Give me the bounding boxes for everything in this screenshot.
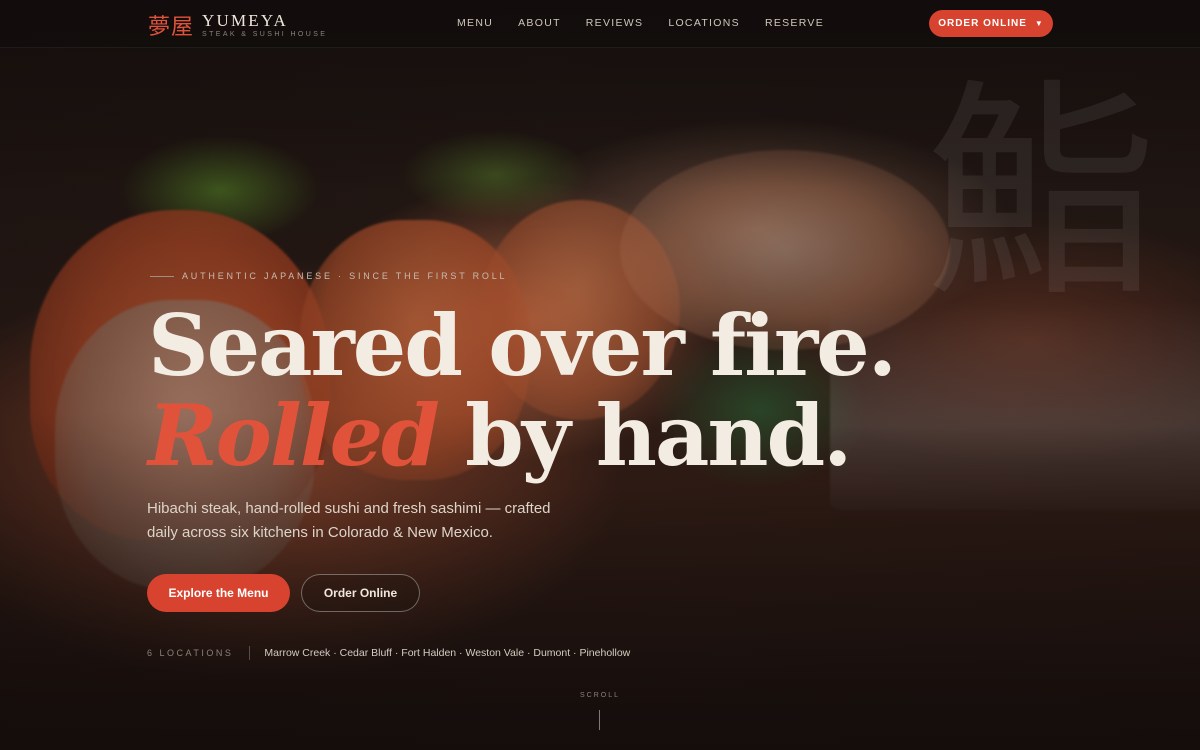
order-online-dropdown-button[interactable]: ORDER ONLINE ▼ (929, 10, 1053, 37)
order-online-button[interactable]: Order Online (301, 574, 420, 612)
brand-kanji-mark: 夢屋 (148, 15, 195, 40)
headline-line-1: Seared over fire. (148, 296, 897, 395)
scroll-indicator-label[interactable]: SCROLL (580, 692, 620, 699)
locations-divider (249, 646, 251, 660)
nav-item-reviews[interactable]: REVIEWS (586, 17, 644, 29)
order-online-label: ORDER ONLINE (938, 18, 1027, 29)
eyebrow-rule (150, 275, 174, 277)
nav-item-reserve[interactable]: RESERVE (765, 17, 824, 29)
main-nav: MENU ABOUT REVIEWS LOCATIONS RESERVE (457, 17, 824, 29)
brand-tagline: STEAK & SUSHI HOUSE (202, 31, 328, 38)
chevron-down-icon: ▼ (1034, 19, 1044, 28)
nav-item-locations[interactable]: LOCATIONS (668, 17, 740, 29)
brand-name: YUMEYA (202, 11, 288, 30)
locations-count: 6 LOCATIONS (147, 648, 234, 658)
locations-list[interactable]: Marrow Creek · Cedar Bluff · Fort Halden… (264, 647, 630, 659)
brand-logo[interactable]: 夢屋 YUMEYA STEAK & SUSHI HOUSE (148, 9, 327, 41)
scroll-indicator-line (599, 710, 600, 730)
headline-line-2-rest: by hand. (437, 386, 852, 485)
hero-description: Hibachi steak, hand-rolled sushi and fre… (147, 500, 551, 541)
headline-accent-word: Rolled (148, 386, 440, 485)
explore-menu-button[interactable]: Explore the Menu (147, 574, 290, 612)
site-header: 夢屋 YUMEYA STEAK & SUSHI HOUSE MENU ABOUT… (0, 0, 1200, 48)
eyebrow-text: AUTHENTIC JAPANESE · SINCE THE FIRST ROL… (182, 271, 508, 281)
kanji-watermark: 鮨 (925, 61, 1156, 328)
nav-item-about[interactable]: ABOUT (518, 17, 561, 29)
brand-wordmark: YUMEYA STEAK & SUSHI HOUSE (202, 12, 327, 38)
headline-line-2: Rolled by hand. (148, 392, 895, 480)
hero-headline: Seared over fire. Rolled by hand. (148, 296, 897, 480)
locations-strip: 6 LOCATIONS Marrow Creek · Cedar Bluff ·… (147, 646, 630, 660)
nav-item-menu[interactable]: MENU (457, 17, 493, 29)
hero-eyebrow: AUTHENTIC JAPANESE · SINCE THE FIRST ROL… (150, 271, 507, 281)
